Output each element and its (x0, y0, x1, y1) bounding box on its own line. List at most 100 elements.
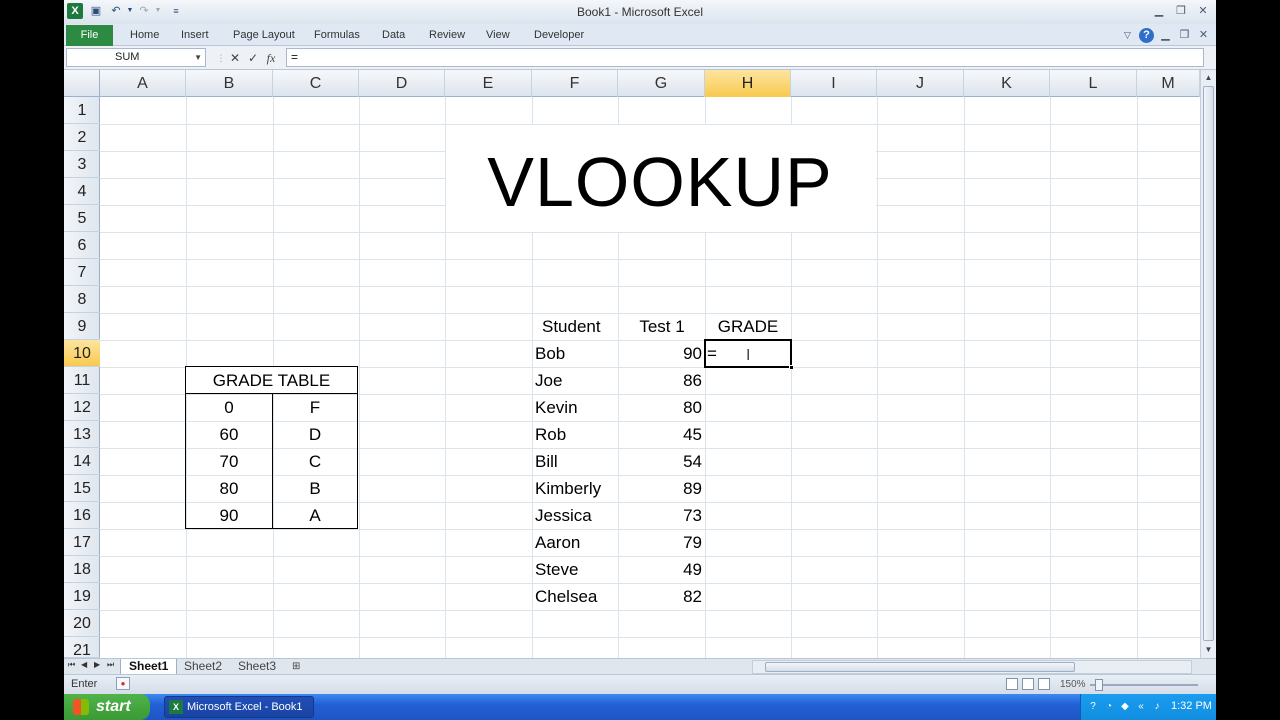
student-score-cell[interactable]: 90 (619, 340, 702, 367)
student-score-cell[interactable]: 86 (619, 367, 702, 394)
student-name-cell[interactable]: Rob (535, 421, 566, 448)
volume-tray-icon[interactable]: ♪ (1151, 700, 1163, 713)
column-header-g[interactable]: G (618, 70, 705, 97)
horizontal-scrollbar[interactable] (752, 660, 1192, 674)
student-name-cell[interactable]: Joe (535, 367, 562, 394)
tab-developer[interactable]: Developer (534, 29, 584, 41)
shield-tray-icon[interactable]: ◆ (1119, 700, 1131, 713)
grade-min-cell[interactable]: 0 (186, 394, 272, 421)
name-box-dropdown-icon[interactable]: ▼ (194, 49, 202, 66)
sheet-tab-sheet1[interactable]: Sheet1 (120, 659, 178, 674)
restore-icon[interactable]: ❐ (1172, 4, 1190, 18)
grade-letter-cell[interactable]: C (273, 448, 357, 475)
zoom-slider-knob[interactable] (1095, 679, 1103, 691)
workbook-minimize-icon[interactable]: ▁ (1158, 28, 1173, 43)
workbook-close-icon[interactable]: ✕ (1196, 28, 1211, 43)
workbook-restore-icon[interactable]: ❐ (1177, 28, 1192, 43)
tab-review[interactable]: Review (429, 29, 465, 41)
student-name-cell[interactable]: Jessica (535, 502, 592, 529)
student-score-cell[interactable]: 82 (619, 583, 702, 610)
sheet-tab-sheet2[interactable]: Sheet2 (176, 659, 230, 674)
tab-page-layout[interactable]: Page Layout (233, 29, 295, 41)
tab-home[interactable]: Home (130, 29, 159, 41)
grade-min-cell[interactable]: 90 (186, 502, 272, 529)
formula-input[interactable]: = (286, 48, 1204, 67)
page-layout-view-icon[interactable] (1022, 678, 1034, 690)
zoom-level[interactable]: 150% (1060, 679, 1086, 690)
grade-letter-cell[interactable]: F (273, 394, 357, 421)
minimize-icon[interactable]: ▁ (1150, 4, 1168, 18)
column-header-l[interactable]: L (1050, 70, 1137, 97)
column-header-f[interactable]: F (532, 70, 618, 97)
student-name-cell[interactable]: Bob (535, 340, 565, 367)
column-header-e[interactable]: E (445, 70, 532, 97)
expand-tray-icon[interactable]: « (1135, 700, 1147, 713)
sheet-tab-sheet3[interactable]: Sheet3 (230, 659, 284, 674)
student-name-cell[interactable]: Bill (535, 448, 558, 475)
close-icon[interactable]: ✕ (1194, 4, 1212, 18)
row-header[interactable]: 13 (64, 421, 100, 448)
tab-formulas[interactable]: Formulas (314, 29, 360, 41)
grade-letter-cell[interactable]: D (273, 421, 357, 448)
column-header-j[interactable]: J (877, 70, 964, 97)
column-header-k[interactable]: K (964, 70, 1050, 97)
grade-letter-cell[interactable]: A (273, 502, 357, 529)
row-header[interactable]: 15 (64, 475, 100, 502)
name-box[interactable]: SUM ▼ (66, 48, 206, 67)
scroll-up-icon[interactable]: ▲ (1201, 71, 1216, 85)
start-button[interactable]: start (64, 694, 150, 720)
row-header[interactable]: 6 (64, 232, 100, 259)
student-score-cell[interactable]: 54 (619, 448, 702, 475)
row-header[interactable]: 9 (64, 313, 100, 340)
grade-min-cell[interactable]: 70 (186, 448, 272, 475)
row-header[interactable]: 16 (64, 502, 100, 529)
cancel-entry-button[interactable]: ✕ (228, 50, 242, 66)
student-name-cell[interactable]: Steve (535, 556, 578, 583)
student-score-cell[interactable]: 73 (619, 502, 702, 529)
column-header-c[interactable]: C (273, 70, 359, 97)
row-header[interactable]: 11 (64, 367, 100, 394)
insert-sheet-icon[interactable]: ⊞ (284, 659, 308, 674)
row-header[interactable]: 17 (64, 529, 100, 556)
row-header[interactable]: 4 (64, 178, 100, 205)
row-header[interactable]: 3 (64, 151, 100, 178)
vertical-scrollbar[interactable]: ▲ ▼ (1200, 70, 1216, 658)
formula-bar-resize-icon[interactable]: ⋮ (214, 50, 228, 66)
grade-table-title[interactable]: GRADE TABLE (186, 367, 357, 394)
test-header[interactable]: Test 1 (619, 313, 705, 340)
fill-handle[interactable] (789, 365, 794, 370)
row-header[interactable]: 1 (64, 97, 100, 124)
help-icon[interactable]: ? (1139, 28, 1154, 43)
grade-min-cell[interactable]: 80 (186, 475, 272, 502)
student-name-cell[interactable]: Aaron (535, 529, 580, 556)
grade-letter-cell[interactable]: B (273, 475, 357, 502)
row-header[interactable]: 2 (64, 124, 100, 151)
row-header[interactable]: 21 (64, 637, 100, 658)
scroll-down-icon[interactable]: ▼ (1201, 643, 1216, 657)
student-name-cell[interactable]: Kimberly (535, 475, 601, 502)
row-header[interactable]: 18 (64, 556, 100, 583)
grade-header[interactable]: GRADE (705, 313, 791, 340)
column-header-b[interactable]: B (186, 70, 273, 97)
sheet-title[interactable]: VLOOKUP (446, 142, 874, 222)
tab-data[interactable]: Data (382, 29, 405, 41)
student-name-cell[interactable]: Chelsea (535, 583, 597, 610)
student-header[interactable]: Student (542, 313, 601, 340)
next-sheet-icon[interactable]: ▶ (94, 660, 100, 669)
insert-function-button[interactable]: fx (264, 50, 278, 66)
row-header[interactable]: 14 (64, 448, 100, 475)
zoom-slider[interactable] (1090, 679, 1198, 691)
column-header-i[interactable]: I (791, 70, 877, 97)
row-header[interactable]: 7 (64, 259, 100, 286)
horizontal-scroll-thumb[interactable] (765, 662, 1075, 672)
confirm-entry-button[interactable]: ✓ (246, 50, 260, 66)
normal-view-icon[interactable] (1006, 678, 1018, 690)
student-score-cell[interactable]: 89 (619, 475, 702, 502)
tab-file[interactable]: File (66, 25, 113, 46)
row-header[interactable]: 12 (64, 394, 100, 421)
help-tray-icon[interactable]: ? (1087, 700, 1099, 713)
column-header-m[interactable]: M (1137, 70, 1200, 97)
minimize-ribbon-icon[interactable]: ▽ (1120, 28, 1135, 43)
first-sheet-icon[interactable]: ⏮ (68, 660, 75, 670)
row-header[interactable]: 19 (64, 583, 100, 610)
